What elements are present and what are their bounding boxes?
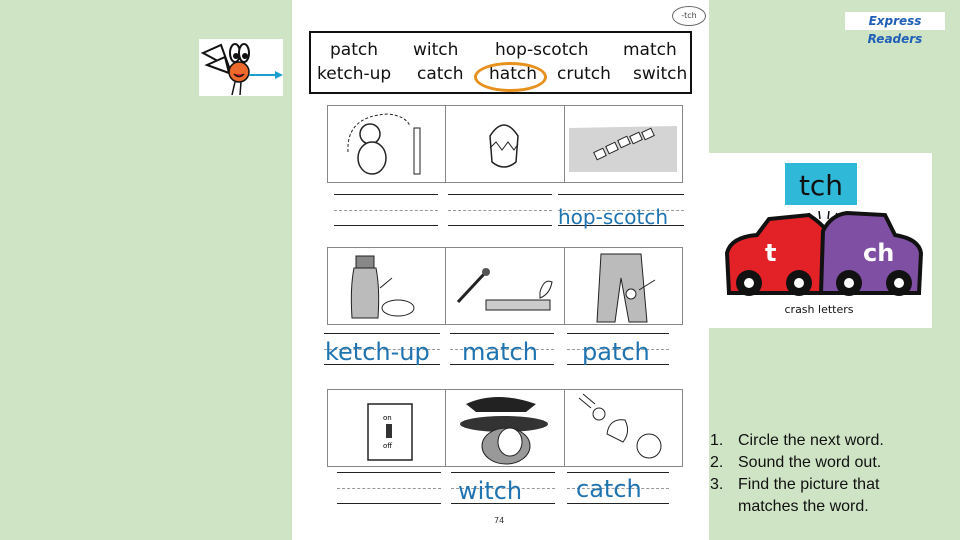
ketchup-bottle-picture: [328, 248, 447, 324]
answer-text: hop-scotch: [558, 205, 668, 229]
pig-with-crutch-picture: [328, 106, 447, 182]
circle-marker: [474, 62, 547, 92]
express-readers-logo: Express Readers: [845, 12, 945, 46]
hatching-chick-picture: [446, 106, 565, 182]
ch-label: ch: [863, 239, 894, 267]
word-bank-item: switch: [633, 64, 688, 84]
match-picture: [446, 248, 565, 324]
instruction-step: 1. Circle the next word.: [710, 432, 884, 449]
word-bank-item: witch: [413, 40, 459, 60]
t-label: t: [765, 239, 776, 267]
witch-picture: [446, 390, 565, 466]
instruction-step: 3. Find the picture that: [710, 476, 880, 493]
svg-text:on: on: [383, 414, 392, 422]
instructions-list: 1. Circle the next word. 2. Sound the word…: [710, 430, 884, 518]
word-bank-item: patch: [330, 40, 378, 60]
fly-mascot-image: [199, 39, 283, 96]
worksheet-tag: -tch: [672, 6, 706, 26]
tch-label: tch: [799, 169, 843, 202]
writing-lines: [334, 194, 438, 226]
crash-letters-caption: crash letters: [785, 303, 854, 316]
picture-row: [327, 247, 683, 325]
svg-text:off: off: [383, 442, 392, 450]
answer-text: witch: [458, 477, 523, 505]
crash-letters-image: tch t ch crash letters: [709, 153, 932, 328]
hopscotch-picture: [565, 106, 682, 182]
light-switch-picture: on off: [328, 390, 447, 466]
answer-text: patch: [582, 338, 650, 366]
word-bank-item: crutch: [557, 64, 611, 84]
monkey-catch-picture: [565, 390, 682, 466]
answer-text: ketch-up: [325, 338, 430, 366]
patched-pants-picture: [565, 248, 682, 324]
instruction-step: matches the word.: [738, 498, 869, 515]
instruction-step: 2. Sound the word out.: [710, 454, 882, 471]
picture-row: [327, 105, 683, 183]
writing-lines: [448, 194, 552, 226]
word-bank-item: hop-scotch: [495, 40, 589, 60]
answer-text: match: [462, 338, 538, 366]
fly-mascot-icon: [200, 43, 283, 96]
word-bank-item: match: [623, 40, 677, 60]
word-bank-item: catch: [417, 64, 464, 84]
picture-row: on off: [327, 389, 683, 467]
writing-lines: [337, 472, 441, 504]
page-number: 74: [494, 516, 505, 525]
word-bank-item: ketch-up: [317, 64, 392, 84]
answer-text: catch: [576, 475, 642, 503]
